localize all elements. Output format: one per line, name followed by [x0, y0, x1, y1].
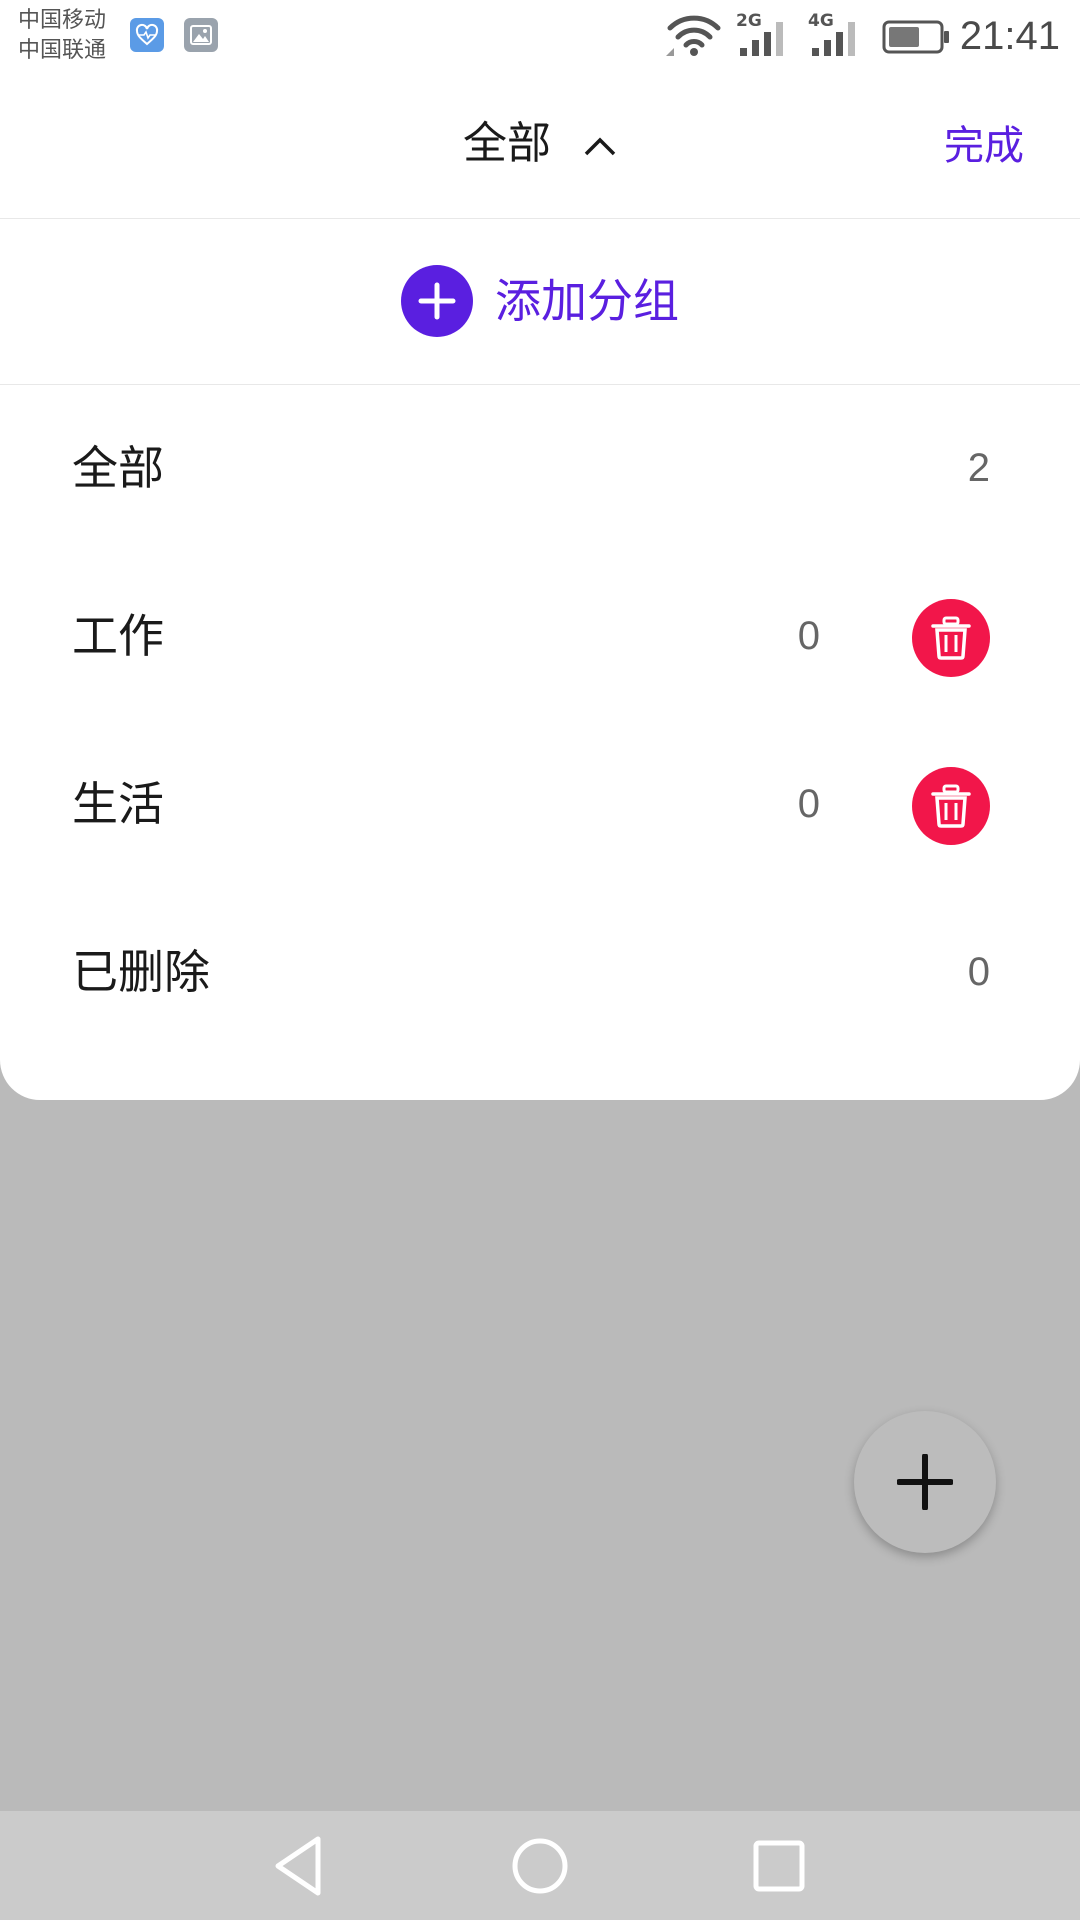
status-bar: 中国移动 中国联通 2G 4G 21:41: [0, 0, 1080, 74]
group-row-deleted[interactable]: 已删除 0: [0, 889, 1080, 1057]
carrier-info: 中国移动 中国联通: [18, 6, 106, 66]
page-title: 全部: [463, 118, 551, 169]
delete-group-button[interactable]: [912, 599, 990, 677]
add-note-fab[interactable]: [854, 1411, 996, 1553]
health-icon: [130, 18, 164, 52]
back-triangle-icon[interactable]: [268, 1833, 334, 1899]
signal-4g-icon: 4G: [808, 11, 855, 56]
gallery-icon: [184, 18, 218, 52]
group-row-life[interactable]: 生活 0: [0, 721, 1080, 889]
carrier-1: 中国移动: [18, 8, 107, 33]
delete-group-button[interactable]: [912, 767, 990, 845]
group-count: 0: [797, 782, 820, 826]
home-circle-icon[interactable]: [507, 1833, 573, 1899]
plus-icon: [897, 1454, 953, 1510]
network-4g-label: 4G: [808, 11, 834, 31]
group-selector[interactable]: 全部: [0, 114, 1080, 174]
trash-icon: [931, 784, 971, 828]
recent-square-icon[interactable]: [746, 1833, 812, 1899]
done-button[interactable]: 完成: [944, 118, 1024, 174]
plus-circle-icon: [401, 265, 473, 337]
battery-icon: [882, 20, 949, 54]
header: 全部 完成: [0, 74, 1080, 219]
group-name: 已删除: [72, 945, 210, 999]
group-name: 工作: [72, 609, 164, 663]
group-list: 全部 2 工作 0 生活 0 已删除 0: [0, 385, 1080, 1100]
navigation-bar: [0, 1811, 1080, 1920]
group-row-work[interactable]: 工作 0: [0, 553, 1080, 721]
carrier-2: 中国联通: [18, 38, 107, 63]
status-time: 21:41: [959, 14, 1060, 58]
trash-icon: [931, 616, 971, 660]
group-count: 0: [797, 614, 820, 658]
add-group-label: 添加分组: [495, 274, 679, 328]
signal-2g-icon: 2G: [736, 11, 783, 56]
network-2g-label: 2G: [736, 11, 762, 31]
group-name: 全部: [72, 441, 164, 495]
chevron-up-icon: [584, 137, 616, 156]
wifi-icon: [666, 15, 721, 56]
group-count: 0: [967, 950, 990, 994]
group-name: 生活: [72, 777, 164, 831]
group-row-all[interactable]: 全部 2: [0, 385, 1080, 553]
add-group-button[interactable]: 添加分组: [0, 219, 1080, 385]
group-count: 2: [967, 446, 990, 490]
